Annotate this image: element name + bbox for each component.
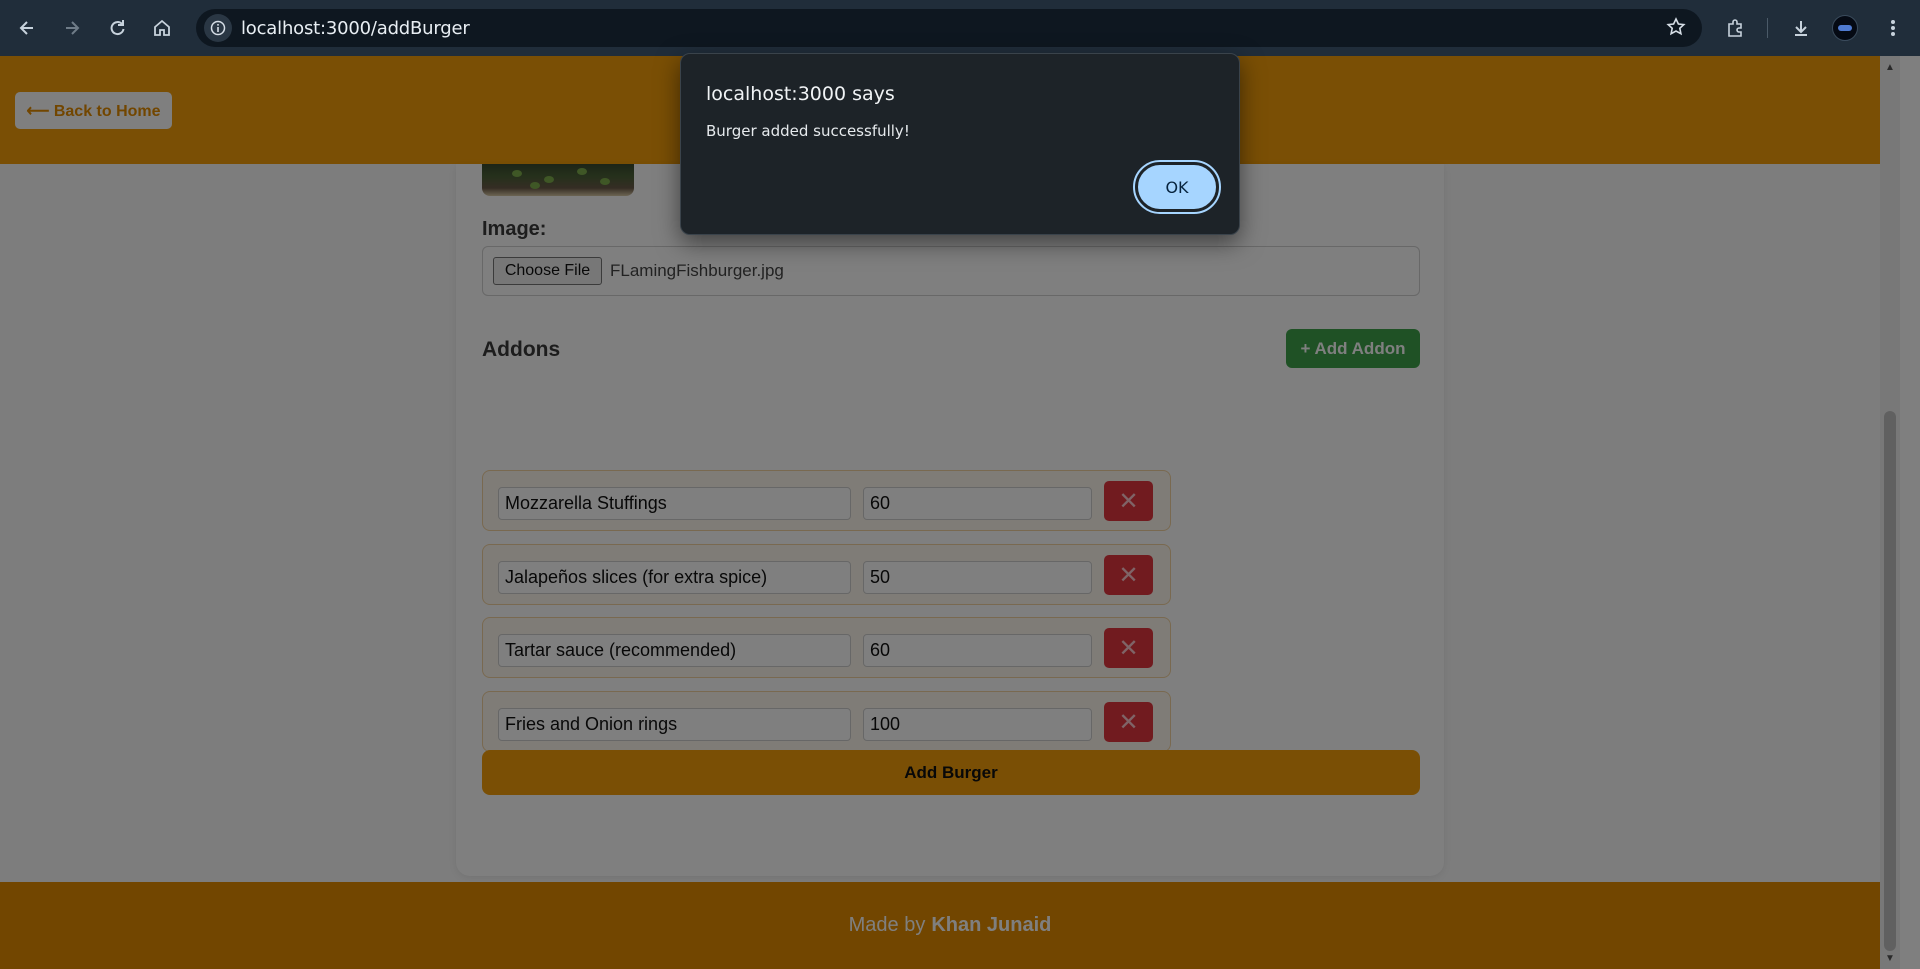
toolbar-separator xyxy=(1767,18,1768,38)
forward-arrow-icon[interactable] xyxy=(56,12,88,44)
home-icon[interactable] xyxy=(146,12,178,44)
ok-button[interactable]: OK xyxy=(1133,160,1221,214)
back-arrow-icon[interactable] xyxy=(11,12,43,44)
bookmark-star-icon[interactable] xyxy=(1666,17,1686,42)
dialog-title: localhost:3000 says xyxy=(706,83,895,105)
alert-dialog: localhost:3000 says Burger added success… xyxy=(680,53,1240,235)
reload-icon[interactable] xyxy=(101,12,133,44)
url-text[interactable]: localhost:3000/addBurger xyxy=(241,18,470,39)
profile-avatar[interactable] xyxy=(1832,15,1858,41)
site-info-icon[interactable] xyxy=(204,14,232,42)
download-icon[interactable] xyxy=(1785,12,1817,44)
extensions-icon[interactable] xyxy=(1719,12,1751,44)
address-bar[interactable]: localhost:3000/addBurger xyxy=(196,9,1702,47)
menu-kebab-icon[interactable] xyxy=(1877,12,1909,44)
dialog-message: Burger added successfully! xyxy=(706,122,910,140)
browser-toolbar: localhost:3000/addBurger xyxy=(0,0,1920,56)
